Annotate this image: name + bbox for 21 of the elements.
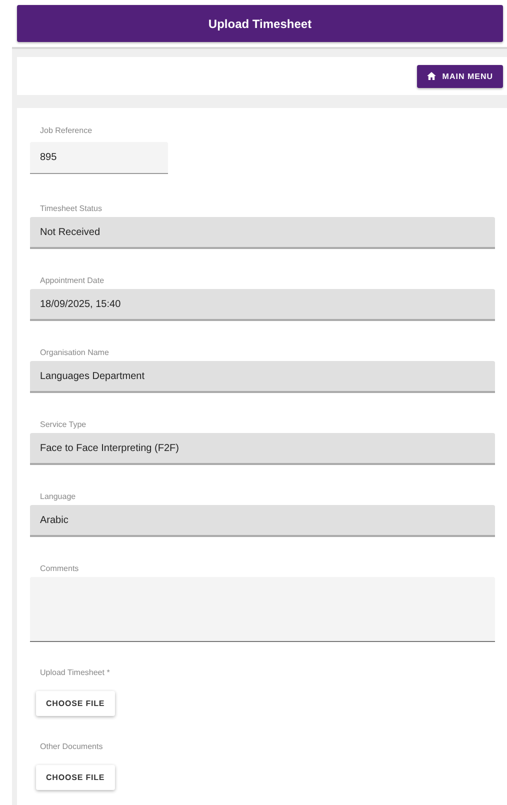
field-label: Language — [40, 492, 76, 501]
input-field: Not Received — [30, 217, 495, 249]
field-label: Other Documents — [40, 742, 103, 751]
field-label: Service Type — [40, 420, 86, 429]
input-field[interactable]: 895 — [30, 142, 168, 174]
comments-field[interactable] — [30, 577, 495, 642]
field-label: Job Reference — [40, 126, 92, 135]
field-label: Upload Timesheet * — [40, 668, 110, 677]
field-label: Timesheet Status — [40, 204, 102, 213]
input-field: Languages Department — [30, 361, 495, 393]
input-field: 18/09/2025, 15:40 — [30, 289, 495, 321]
field-label: Comments — [40, 564, 79, 573]
main-menu-button[interactable]: MAIN MENU — [417, 64, 503, 88]
field-label: Appointment Date — [40, 276, 104, 285]
choose-file-button[interactable]: CHOOSE FILE — [36, 691, 115, 716]
input-field: Arabic — [30, 505, 495, 537]
choose-file-button[interactable]: CHOOSE FILE — [36, 765, 115, 790]
page-title: Upload Timesheet — [208, 16, 312, 30]
home-icon — [427, 72, 436, 80]
input-field: Face to Face Interpreting (F2F) — [30, 433, 495, 465]
field-label: Organisation Name — [40, 348, 109, 357]
